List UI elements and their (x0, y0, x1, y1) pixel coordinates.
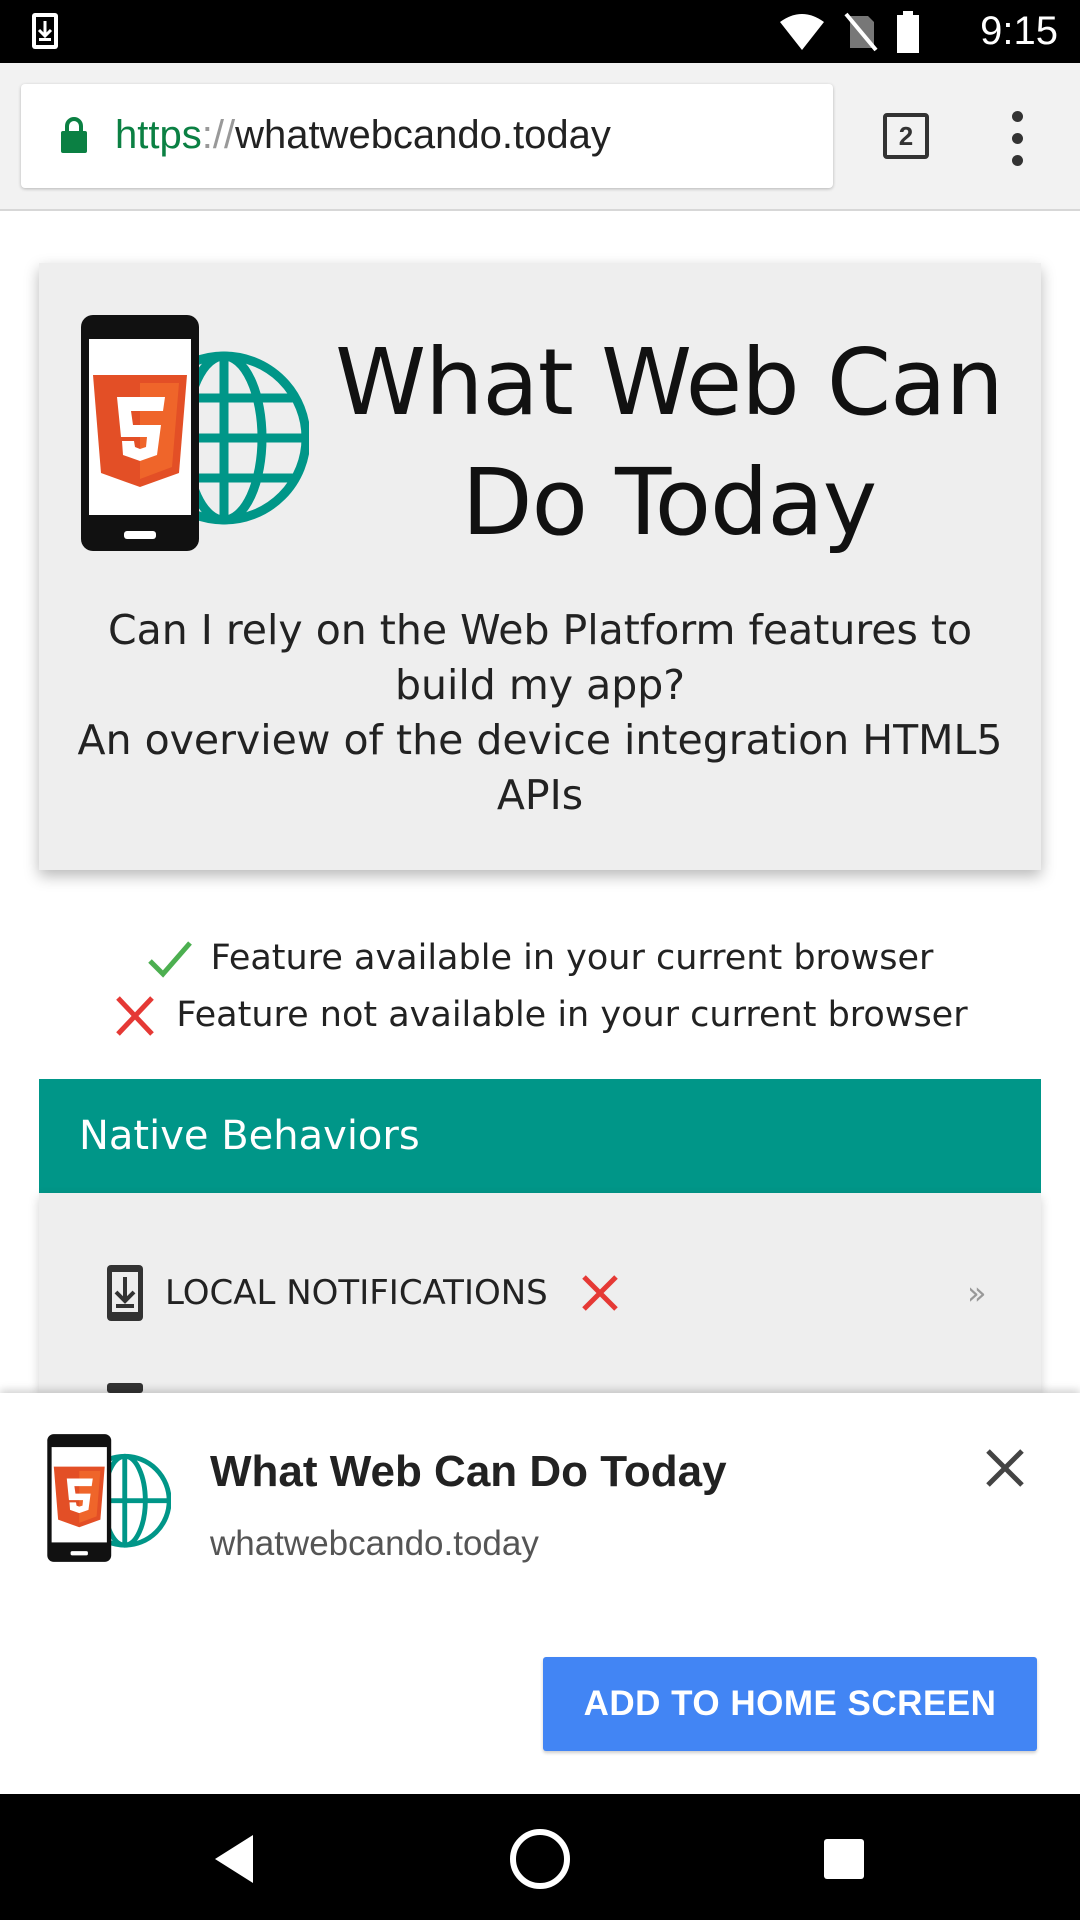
desc-line-3: An overview of the device integration HT… (77, 716, 1003, 764)
desc-line-4: APIs (496, 771, 584, 819)
cross-icon (116, 995, 155, 1036)
no-sim-icon (844, 12, 878, 52)
recents-icon[interactable] (812, 1827, 876, 1891)
add-to-home-screen-banner: What Web Can Do Today whatwebcando.today… (0, 1393, 1080, 1794)
back-icon[interactable] (203, 1827, 267, 1891)
navigation-bar (0, 1794, 1080, 1920)
cross-icon (582, 1275, 618, 1311)
close-icon[interactable] (982, 1445, 1028, 1491)
page-title: What Web Can Do Today (319, 323, 1019, 563)
legend-available-text: Feature available in your current browse… (210, 938, 934, 978)
next-feature-icon (107, 1383, 143, 1393)
section-title: Native Behaviors (79, 1113, 420, 1159)
status-bar: 9:15 (0, 0, 1080, 63)
feature-label: LOCAL NOTIFICATIONS (165, 1273, 548, 1313)
legend-not-available: Feature not available in your current br… (0, 987, 1080, 1044)
legend-not-available-text: Feature not available in your current br… (176, 995, 968, 1035)
home-icon[interactable] (508, 1827, 572, 1891)
notification-download-icon (107, 1265, 143, 1321)
url-text[interactable]: https://whatwebcando.today (115, 108, 611, 162)
section-header: Native Behaviors (39, 1079, 1041, 1193)
url-scheme: https (115, 113, 202, 157)
section-body: LOCAL NOTIFICATIONS » (39, 1193, 1041, 1393)
feature-more-indicator: » (967, 1274, 987, 1312)
address-bar[interactable]: https://whatwebcando.today (21, 84, 833, 188)
download-icon (32, 13, 58, 49)
url-host: whatwebcando.today (235, 113, 611, 157)
system-icons (778, 10, 920, 54)
site-logo (81, 315, 309, 551)
add-to-home-screen-button[interactable]: ADD TO HOME SCREEN (543, 1657, 1037, 1751)
title-line-1: What Web Can (335, 329, 1004, 436)
feature-item-local-notifications[interactable]: LOCAL NOTIFICATIONS » (105, 1263, 1025, 1323)
check-icon (147, 940, 192, 978)
app-url: whatwebcando.today (210, 1524, 539, 1563)
wifi-icon (780, 14, 824, 50)
clock: 9:15 (980, 9, 1058, 53)
legend: Feature available in your current browse… (0, 930, 1080, 1044)
overflow-menu-button[interactable] (1000, 111, 1036, 167)
tab-switcher-button[interactable]: 2 (883, 113, 929, 159)
desc-line-2: build my app? (394, 661, 686, 709)
title-line-2: Do Today (461, 449, 877, 556)
browser-toolbar: https://whatwebcando.today 2 (0, 63, 1080, 211)
lock-icon (61, 117, 87, 153)
legend-available: Feature available in your current browse… (0, 930, 1080, 987)
page-description: Can I rely on the Web Platform features … (69, 603, 1011, 823)
battery-icon (897, 11, 919, 53)
app-name: What Web Can Do Today (210, 1447, 727, 1496)
url-separator: :// (201, 113, 236, 157)
app-icon (47, 1434, 171, 1562)
html5-icon (93, 375, 187, 487)
desc-line-1: Can I rely on the Web Platform features … (107, 606, 973, 654)
hero-card: What Web Can Do Today Can I rely on the … (39, 263, 1041, 870)
